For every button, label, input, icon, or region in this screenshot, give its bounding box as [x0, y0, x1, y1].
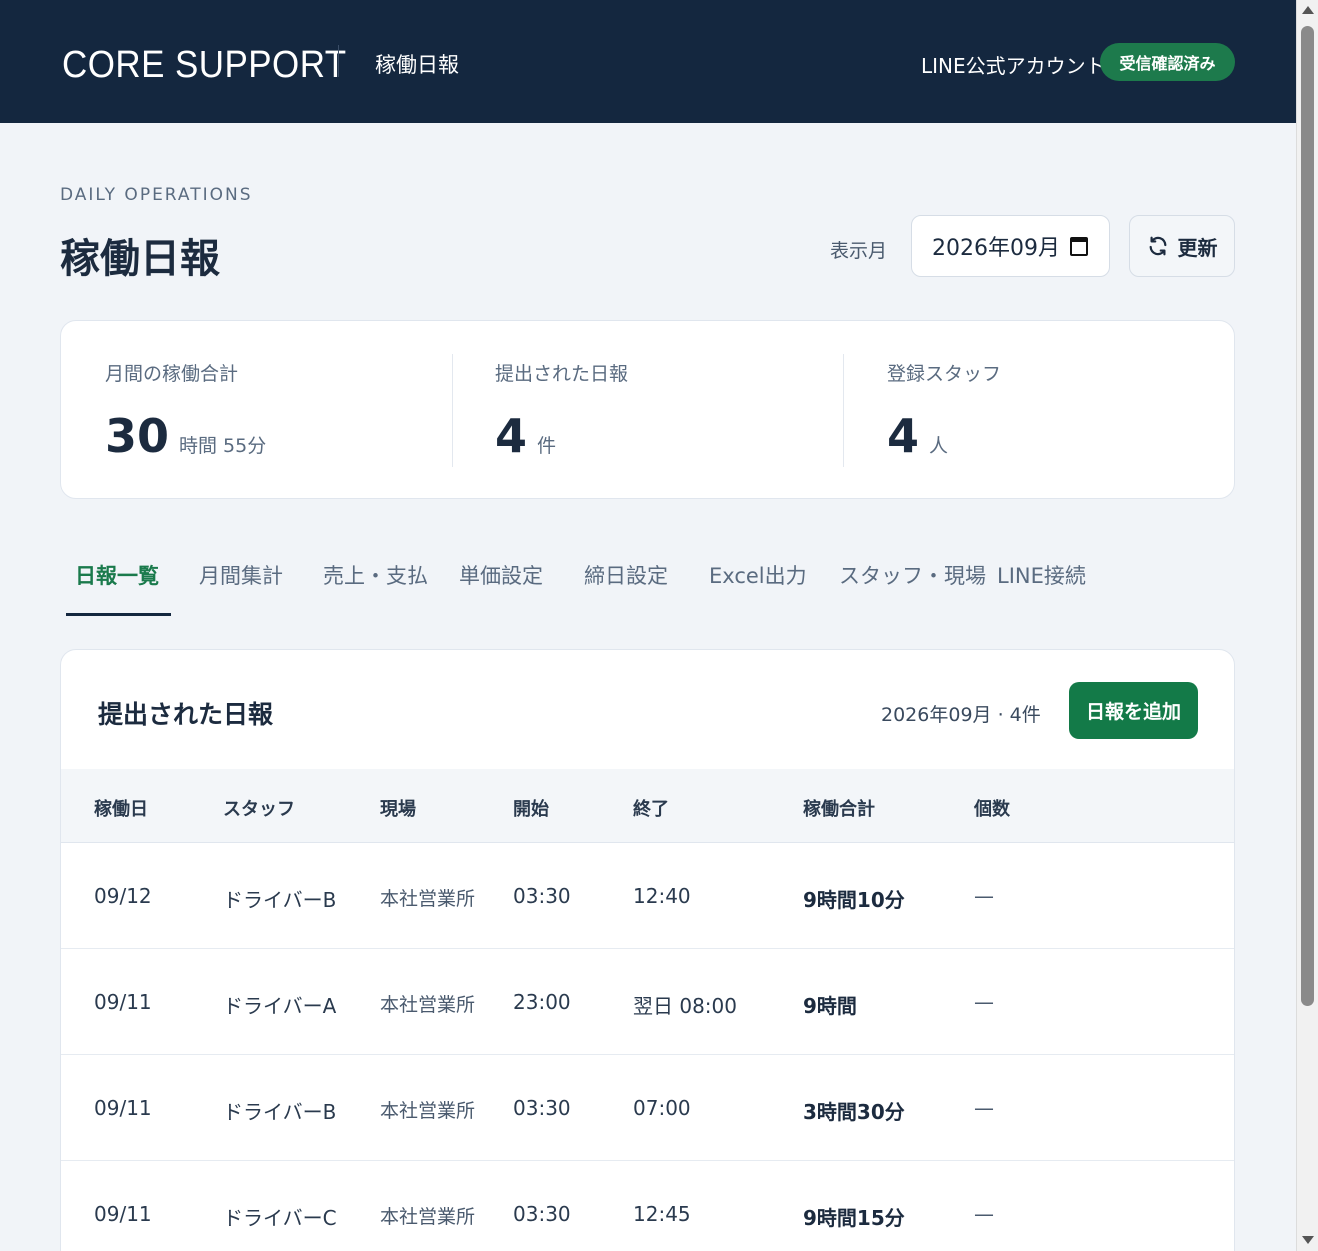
cell-total: 9時間15分: [803, 1206, 905, 1230]
cell-count: —: [974, 1096, 994, 1120]
cell-date: 09/11: [94, 1202, 152, 1226]
tab-line-connection[interactable]: LINE接続: [997, 560, 1086, 590]
table-row[interactable]: 09/11 ドライバーC 本社営業所 03:30 12:45 9時間15分 —: [61, 1161, 1234, 1251]
tab-closing-date[interactable]: 締日設定: [584, 560, 668, 590]
reports-card: 提出された日報 2026年09月 · 4件 日報を追加 稼働日 スタッフ 現場 …: [60, 649, 1235, 1251]
stat-label: 登録スタッフ: [887, 363, 1002, 385]
cell-end: 12:40: [633, 884, 691, 908]
month-picker-value: 2026年09月: [932, 236, 1060, 261]
stats-card: 月間の稼働合計 30 時間 55分 提出された日報 4件 登録スタッフ 4人: [60, 320, 1235, 499]
column-header-staff[interactable]: スタッフ: [223, 795, 295, 821]
page-title: 稼働日報: [60, 236, 220, 282]
header-title: 稼働日報: [375, 53, 459, 77]
stat-unit: 人: [929, 435, 949, 457]
cell-site: 本社営業所: [380, 888, 476, 910]
cell-site: 本社営業所: [380, 994, 476, 1016]
cell-staff: ドライバーB: [223, 1100, 337, 1124]
page-eyebrow: DAILY OPERATIONS: [60, 185, 253, 205]
cell-date: 09/11: [94, 1096, 152, 1120]
reports-meta: 2026年09月 · 4件: [881, 704, 1041, 726]
refresh-button[interactable]: 更新: [1129, 215, 1235, 277]
cell-total: 9時間10分: [803, 888, 905, 912]
cell-site: 本社営業所: [380, 1206, 476, 1228]
tab-daily-list[interactable]: 日報一覧: [75, 560, 159, 590]
active-tab-indicator: [66, 613, 171, 616]
cell-staff: ドライバーA: [223, 994, 337, 1018]
stat-unit: 時間 55分: [179, 435, 267, 457]
stat-value: 4人: [887, 409, 949, 463]
brand-logo[interactable]: CORE SUPPORT: [62, 44, 347, 87]
cell-end: 07:00: [633, 1096, 691, 1120]
column-header-end[interactable]: 終了: [633, 795, 669, 821]
cell-staff: ドライバーC: [223, 1206, 337, 1230]
tab-excel-export[interactable]: Excel出力: [709, 560, 807, 590]
column-header-start[interactable]: 開始: [513, 795, 549, 821]
column-header-date[interactable]: 稼働日: [94, 795, 148, 821]
table-row[interactable]: 09/11 ドライバーA 本社営業所 23:00 翌日 08:00 9時間 —: [61, 949, 1234, 1055]
stat-divider: [843, 354, 844, 467]
cell-start: 03:30: [513, 1202, 571, 1226]
scroll-thumb[interactable]: [1301, 26, 1314, 1006]
stat-value: 30 時間 55分: [105, 409, 267, 463]
tab-unit-price[interactable]: 単価設定: [459, 560, 543, 590]
top-header: CORE SUPPORT 稼働日報 LINE公式アカウント 受信確認済み: [0, 0, 1296, 123]
cell-date: 09/11: [94, 990, 152, 1014]
month-picker-input[interactable]: 2026年09月: [911, 215, 1110, 277]
column-header-total[interactable]: 稼働合計: [803, 795, 875, 821]
calendar-icon[interactable]: [1070, 237, 1088, 256]
cell-count: —: [974, 884, 994, 908]
page-scrollbar[interactable]: [1296, 0, 1318, 1251]
cell-total: 3時間30分: [803, 1100, 905, 1124]
table-header: 稼働日 スタッフ 現場 開始 終了 稼働合計 個数: [61, 769, 1234, 843]
tab-staff-sites[interactable]: スタッフ・現場: [839, 560, 986, 590]
add-report-button[interactable]: 日報を追加: [1069, 682, 1198, 739]
cell-total: 9時間: [803, 994, 857, 1018]
cell-end: 翌日 08:00: [633, 994, 737, 1018]
cell-count: —: [974, 990, 994, 1014]
cell-site: 本社営業所: [380, 1100, 476, 1122]
stat-label: 提出された日報: [495, 363, 629, 385]
tab-sales-payments[interactable]: 売上・支払: [323, 560, 428, 590]
table-row[interactable]: 09/12 ドライバーB 本社営業所 03:30 12:40 9時間10分 —: [61, 843, 1234, 949]
cell-start: 03:30: [513, 1096, 571, 1120]
stat-label: 月間の稼働合計: [105, 363, 239, 385]
line-status-badge: 受信確認済み: [1100, 43, 1235, 81]
cell-date: 09/12: [94, 884, 152, 908]
line-account-label: LINE公式アカウント: [921, 54, 1106, 78]
cell-end: 12:45: [633, 1202, 691, 1226]
refresh-icon: [1149, 236, 1166, 256]
refresh-label: 更新: [1177, 235, 1218, 260]
scroll-down-arrow-icon[interactable]: [1302, 1236, 1314, 1244]
stat-divider: [452, 354, 453, 467]
cell-start: 23:00: [513, 990, 571, 1014]
column-header-site[interactable]: 現場: [380, 795, 416, 821]
stat-unit: 件: [537, 435, 557, 457]
scroll-up-arrow-icon[interactable]: [1302, 6, 1314, 14]
cell-count: —: [974, 1202, 994, 1226]
reports-title: 提出された日報: [98, 700, 274, 729]
cell-start: 03:30: [513, 884, 571, 908]
month-label: 表示月: [830, 240, 888, 262]
stat-value: 4件: [495, 409, 557, 463]
tab-monthly-summary[interactable]: 月間集計: [199, 560, 283, 590]
table-row[interactable]: 09/11 ドライバーB 本社営業所 03:30 07:00 3時間30分 —: [61, 1055, 1234, 1161]
column-header-count[interactable]: 個数: [974, 795, 1010, 821]
cell-staff: ドライバーB: [223, 888, 337, 912]
header-divider: [338, 45, 339, 77]
